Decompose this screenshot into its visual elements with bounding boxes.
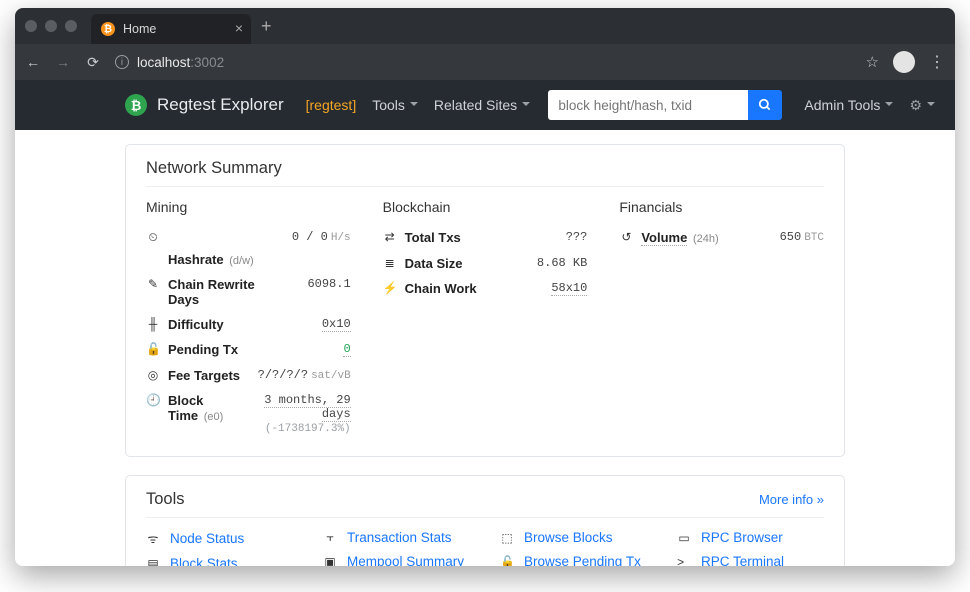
gauge-icon: ⏲ [146,230,160,246]
browser-menu-icon[interactable]: ⋮ [929,52,945,72]
history-icon: ↺ [619,230,633,246]
bar-chart-icon: ⫟ [323,530,337,545]
address-port: :3002 [190,55,224,70]
pending-tx-value: 0 [246,342,351,356]
hashrate-value: 0 / 0H/s [176,230,351,244]
clipboard-icon: ▣ [323,555,337,566]
terminal-icon: >_ [677,555,691,566]
close-window-icon[interactable] [25,20,37,32]
fee-targets-value: ?/?/?/?sat/vB [248,368,351,382]
mining-column: Mining ⏲ 0 / 0H/s Hashrate (d/w) ✎ Chain… [146,199,351,440]
tool-block-stats[interactable]: ▤Block Stats [146,556,293,566]
maximize-window-icon[interactable] [65,20,77,32]
reload-icon[interactable]: ⟳ [85,54,101,71]
bolt-icon: ⚡ [383,281,397,297]
app-navbar: ₿ Regtest Explorer [regtest] Tools Relat… [15,80,955,130]
address-host: localhost [137,55,190,70]
search-icon [758,98,772,112]
chain-rewrite-label: Chain Rewrite Days [168,277,258,307]
network-summary-card: Network Summary Mining ⏲ 0 / 0H/s Hashra… [125,144,845,457]
nav-related-dropdown[interactable]: Related Sites [434,97,530,113]
exchange-icon: ⇄ [383,230,397,246]
volume-label: Volume (24h) [641,230,718,245]
target-icon: ◎ [146,368,160,384]
data-size-value: 8.68 KB [470,256,587,270]
chain-work-value: 58x10 [485,281,588,295]
tab-title: Home [123,22,156,36]
unlock-icon: 🔓 [146,342,160,358]
nav-tools-dropdown[interactable]: Tools [372,97,418,113]
tool-mempool-summary[interactable]: ▣Mempool Summary [323,554,470,566]
favicon-bitcoin-icon: ₿ [101,22,115,36]
blockchain-title: Blockchain [383,199,588,215]
database-icon: ≣ [383,256,397,272]
admin-tools-dropdown[interactable]: Admin Tools [804,97,893,113]
financials-column: Financials ↺ Volume (24h) 650BTC [619,199,824,440]
mining-title: Mining [146,199,351,215]
search-form [548,90,782,120]
titlebar: ₿ Home × + [15,8,955,44]
omnibox[interactable]: i localhost:3002 [115,55,224,70]
brand-title: Regtest Explorer [157,95,284,115]
close-tab-icon[interactable]: × [235,21,243,35]
settings-gear-icon[interactable]: ⚙ [909,97,935,114]
search-button[interactable] [748,90,782,120]
new-tab-button[interactable]: + [261,16,272,37]
chain-work-label: Chain Work [405,281,477,296]
tool-rpc-browser[interactable]: ▭RPC Browser [677,530,824,545]
total-txs-label: Total Txs [405,230,461,245]
edit-icon: ✎ [146,277,160,293]
browser-tab[interactable]: ₿ Home × [91,14,251,44]
unlock-icon: 🔓 [500,555,514,566]
tools-more-info-link[interactable]: More info » [759,492,824,507]
window-controls[interactable] [25,20,77,32]
tool-rpc-terminal[interactable]: >_RPC Terminal [677,554,824,566]
back-icon[interactable]: ← [25,54,41,70]
tools-card: Tools More info » ᯤNode Status ▤Block St… [125,475,845,566]
bitcoin-logo-icon: ₿ [125,94,147,116]
profile-avatar[interactable] [893,51,915,73]
total-txs-value: ??? [469,230,588,244]
difficulty-value: 0x10 [232,317,351,331]
network-summary-title: Network Summary [146,159,824,187]
tools-title: Tools [146,490,185,509]
address-bar: ← → ⟳ i localhost:3002 ☆ ⋮ [15,44,955,80]
tool-transaction-stats[interactable]: ⫟Transaction Stats [323,530,470,545]
brand[interactable]: ₿ Regtest Explorer [125,94,284,116]
blockchain-column: Blockchain ⇄ Total Txs ??? ≣ Data Size 8… [383,199,588,440]
fee-targets-label: Fee Targets [168,368,240,383]
hashrate-label: Hashrate (d/w) [168,252,373,267]
block-time-value: 3 months, 29 days (-1738197.3%) [236,393,351,435]
page-content: Network Summary Mining ⏲ 0 / 0H/s Hashra… [15,130,955,566]
minimize-window-icon[interactable] [45,20,57,32]
clock-icon: 🕘 [146,393,160,409]
data-size-label: Data Size [405,256,463,271]
difficulty-label: Difficulty [168,317,224,332]
tool-browse-blocks[interactable]: ⬚Browse Blocks [500,530,647,545]
financials-title: Financials [619,199,824,215]
search-input[interactable] [548,90,748,120]
volume-value: 650BTC [727,230,824,244]
site-info-icon[interactable]: i [115,55,129,69]
book-icon: ▭ [677,531,691,545]
block-time-label: Block Time (e0) [168,393,228,423]
chain-rewrite-value: 6098.1 [266,277,351,291]
bookmark-star-icon[interactable]: ☆ [866,53,879,71]
network-badge: [regtest] [306,97,357,113]
tool-node-status[interactable]: ᯤNode Status [146,530,293,547]
sliders-icon: ╫ [146,317,160,333]
browser-window: ₿ Home × + ← → ⟳ i localhost:3002 ☆ ⋮ ₿ … [15,8,955,566]
tool-browse-pending[interactable]: 🔓Browse Pending Tx [500,554,647,566]
layers-icon: ▤ [146,557,160,566]
cubes-icon: ⬚ [500,531,514,545]
forward-icon[interactable]: → [55,54,71,70]
pending-tx-label: Pending Tx [168,342,238,357]
antenna-icon: ᯤ [146,530,160,547]
